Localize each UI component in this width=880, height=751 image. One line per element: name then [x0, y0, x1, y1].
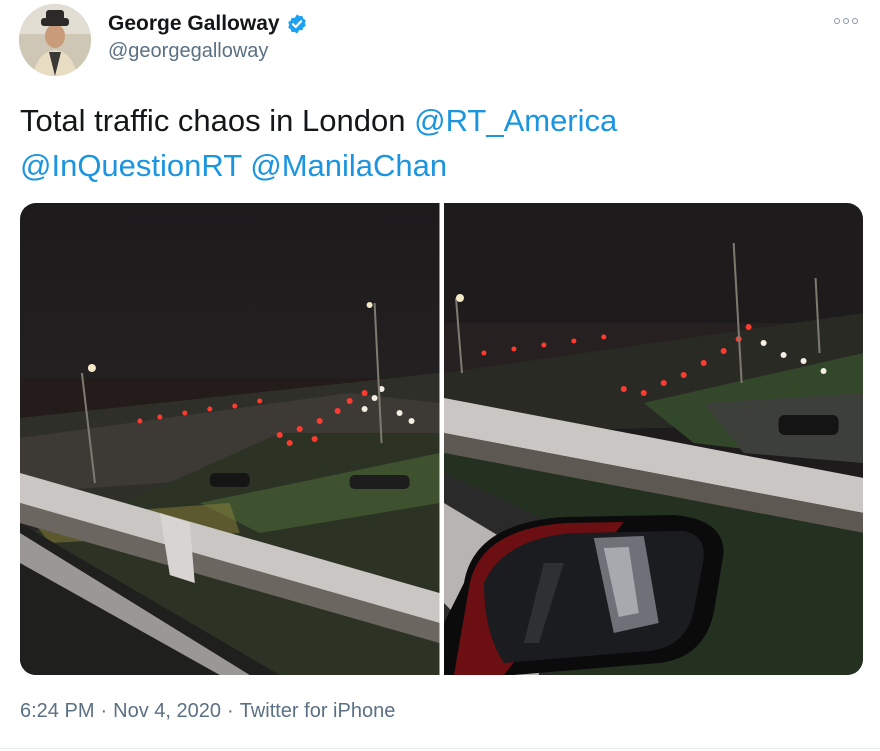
- verified-badge-icon: [286, 13, 308, 35]
- mention-link[interactable]: @ManilaChan: [250, 148, 447, 183]
- media-gallery: [20, 203, 863, 675]
- photo-traffic-car-mirror[interactable]: [443, 203, 863, 675]
- handle[interactable]: @georgegalloway: [108, 40, 308, 63]
- name-row: George Galloway: [108, 10, 308, 38]
- avatar[interactable]: [19, 4, 91, 76]
- photo-traffic-overpass[interactable]: [20, 203, 440, 675]
- author-block: George Galloway @georgegalloway: [108, 10, 308, 63]
- tweet-source[interactable]: Twitter for iPhone: [240, 700, 396, 723]
- avatar-image: [19, 4, 91, 76]
- tweet-card: George Galloway @georgegalloway Total tr…: [0, 0, 880, 751]
- tweet-text: Total traffic chaos in London @RT_Americ…: [20, 98, 860, 188]
- divider: [0, 748, 880, 749]
- display-name[interactable]: George Galloway: [108, 12, 280, 36]
- tweet-text-intro: Total traffic chaos in London: [20, 103, 406, 138]
- tweet-time[interactable]: 6:24 PM: [20, 700, 94, 723]
- more-options-icon[interactable]: [834, 14, 860, 28]
- meta-separator: ·: [100, 700, 108, 722]
- tweet-date[interactable]: Nov 4, 2020: [113, 700, 221, 723]
- mention-link[interactable]: @RT_America: [414, 103, 617, 138]
- mention-link[interactable]: @InQuestionRT: [20, 148, 242, 183]
- tweet-meta: 6:24 PM · Nov 4, 2020 · Twitter for iPho…: [20, 700, 395, 723]
- meta-separator: ·: [227, 700, 234, 722]
